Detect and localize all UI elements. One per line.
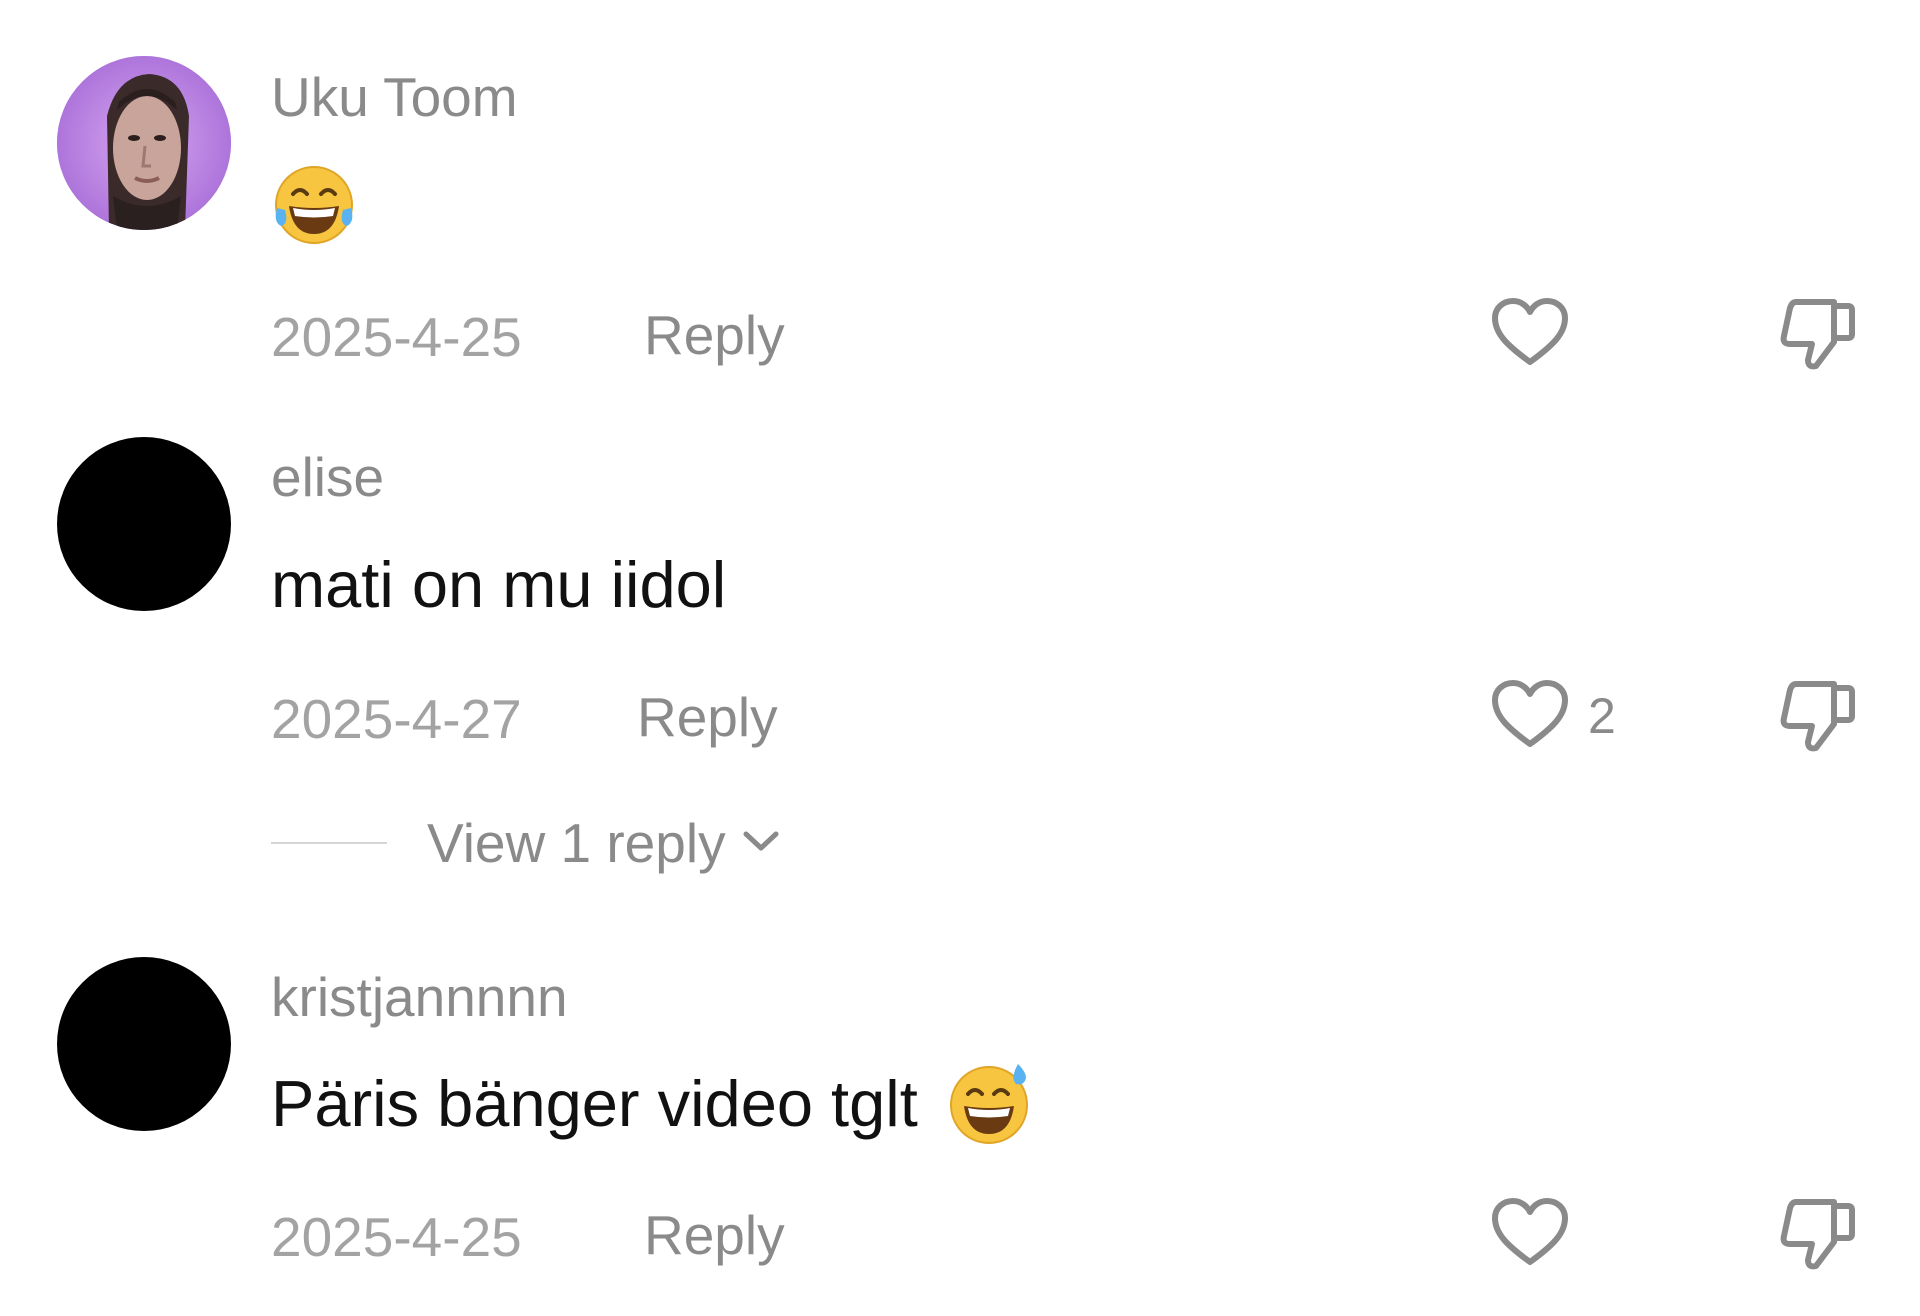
grinning-face-with-sweat-emoji [946, 1060, 1032, 1146]
comment-username[interactable]: Uku Toom [271, 70, 518, 125]
comment-username[interactable]: kristjannnnn [271, 970, 568, 1025]
view-replies-button[interactable]: View 1 reply [271, 808, 782, 878]
avatar[interactable] [57, 957, 231, 1131]
comment-text-content: mati on mu iidol [271, 548, 727, 621]
reply-button[interactable]: Reply [637, 690, 778, 745]
comment-date: 2025-4-27 [271, 688, 522, 750]
reply-button[interactable]: Reply [644, 308, 785, 363]
heart-icon [1490, 678, 1570, 755]
comment-date: 2025-4-25 [271, 1206, 522, 1268]
heart-icon [1490, 296, 1570, 373]
thumbs-down-icon [1776, 681, 1856, 760]
comment-text: Päris bänger video tglt [271, 1060, 1032, 1146]
dislike-button[interactable] [1776, 1194, 1856, 1274]
comment-date: 2025-4-25 [271, 306, 522, 368]
comment-text: mati on mu iidol [271, 552, 726, 617]
heart-icon [1490, 1196, 1570, 1273]
like-button[interactable] [1490, 1194, 1588, 1274]
comment-username[interactable]: elise [271, 450, 384, 505]
like-button[interactable] [1490, 294, 1588, 374]
chevron-down-icon [740, 826, 782, 861]
like-count: 2 [1588, 688, 1616, 744]
like-button[interactable]: 2 [1490, 676, 1616, 756]
divider [271, 842, 387, 844]
thumbs-down-icon [1776, 1199, 1856, 1278]
thumbs-down-icon [1776, 299, 1856, 378]
reply-button[interactable]: Reply [644, 1208, 785, 1263]
dislike-button[interactable] [1776, 294, 1856, 374]
face-with-tears-of-joy-emoji [271, 162, 357, 248]
comment-text-content: Päris bänger video tglt [271, 1066, 918, 1140]
avatar[interactable] [57, 56, 231, 230]
comment-text [271, 162, 357, 248]
dislike-button[interactable] [1776, 676, 1856, 756]
view-replies-label: View 1 reply [427, 811, 726, 874]
avatar[interactable] [57, 437, 231, 611]
